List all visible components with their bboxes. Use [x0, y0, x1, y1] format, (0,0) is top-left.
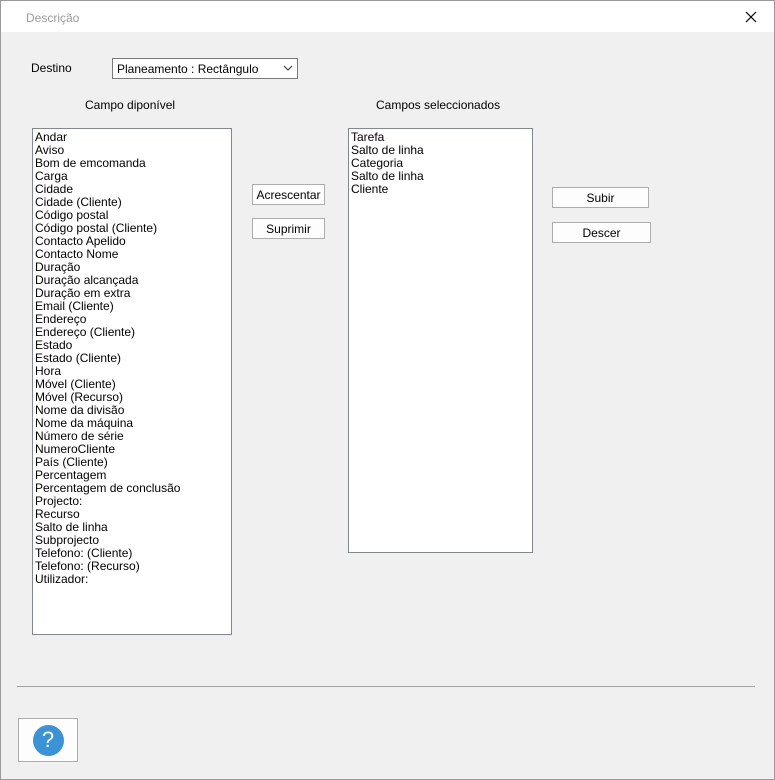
list-item[interactable]: Cliente [351, 183, 532, 196]
destino-select[interactable]: Planeamento : Rectângulo [112, 58, 298, 79]
help-icon: ? [32, 724, 64, 756]
list-item[interactable]: Utilizador: [35, 573, 231, 586]
help-button[interactable]: ? [18, 718, 78, 762]
chevron-down-icon [283, 65, 293, 71]
move-down-button[interactable]: Descer [552, 222, 651, 243]
selected-fields-list[interactable]: Tarefa Salto de linha Categoria Salto de li… [348, 128, 533, 553]
available-fields-heading: Campo diponível [85, 98, 176, 112]
selected-fields-heading: Campos seleccionados [376, 98, 501, 112]
add-button[interactable]: Acrescentar [252, 184, 325, 205]
close-icon [745, 11, 757, 22]
close-button[interactable] [728, 1, 774, 32]
window-title: Descrição [26, 11, 80, 25]
footer-divider [17, 686, 755, 687]
description-dialog: Descrição Destino Planeamento : Rectângu… [0, 0, 775, 780]
available-fields-list[interactable]: Andar Aviso Bom de emcomanda Carga Cidade Cid… [32, 128, 232, 635]
destino-select-value: Planeamento : Rectângulo [117, 62, 259, 76]
list-item[interactable]: Estado (Cliente) [35, 352, 231, 365]
title-bar: Descrição [1, 1, 774, 32]
remove-button[interactable]: Suprimir [252, 218, 325, 239]
list-item[interactable]: Andar [35, 131, 231, 144]
move-up-button[interactable]: Subir [552, 187, 649, 208]
destino-label: Destino [31, 61, 72, 75]
